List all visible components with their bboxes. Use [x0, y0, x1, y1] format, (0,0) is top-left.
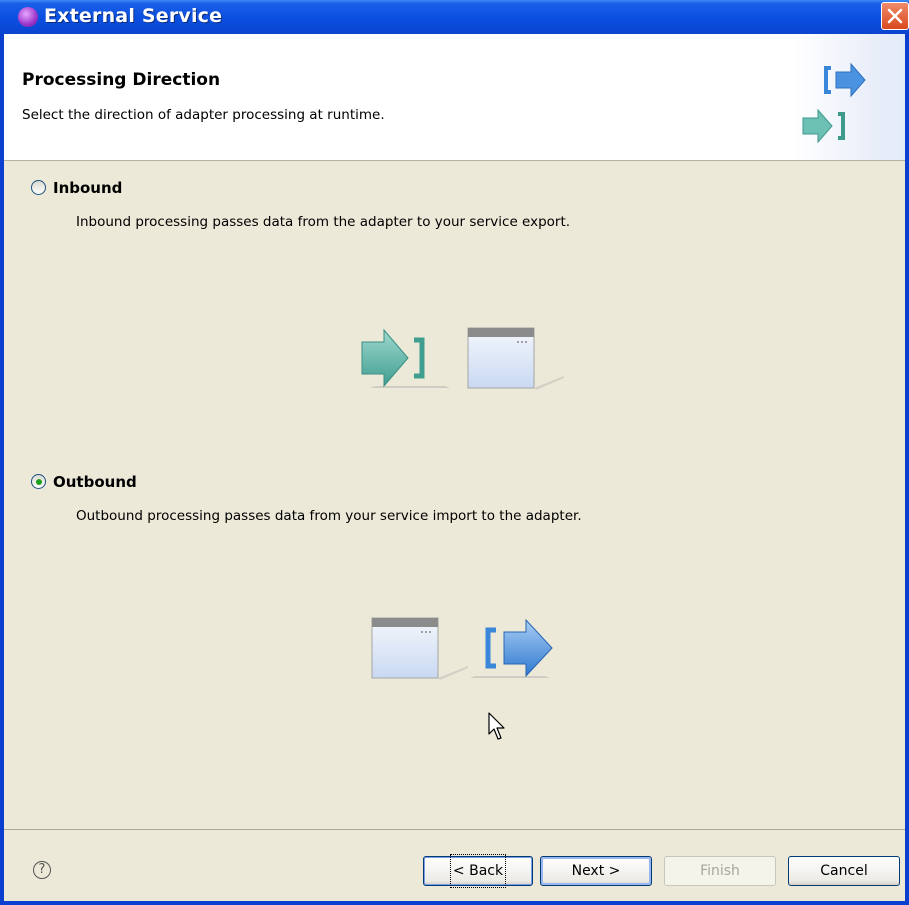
- direction-banner-icon: [802, 62, 866, 144]
- outbound-illustration: [371, 617, 553, 680]
- back-button[interactable]: < Back: [423, 854, 533, 888]
- service-wizard-icon: [18, 7, 38, 27]
- inbound-label[interactable]: Inbound: [53, 179, 122, 197]
- cancel-button[interactable]: Cancel: [788, 856, 900, 886]
- outbound-description: Outbound processing passes data from you…: [76, 508, 582, 524]
- help-icon[interactable]: ?: [33, 861, 51, 879]
- mouse-cursor-icon: [488, 712, 505, 740]
- close-icon: [887, 8, 903, 24]
- next-button[interactable]: Next >: [540, 856, 652, 886]
- button-bar-separator: [4, 829, 905, 830]
- title-bar[interactable]: External Service: [0, 0, 909, 34]
- page-description: Select the direction of adapter processi…: [22, 107, 385, 123]
- outbound-radio[interactable]: [31, 474, 46, 489]
- finish-button-label: Finish: [700, 863, 740, 879]
- banner-art: [795, 34, 905, 160]
- inbound-radio[interactable]: [31, 180, 46, 195]
- finish-button[interactable]: Finish: [664, 856, 776, 886]
- page-title: Processing Direction: [22, 70, 221, 90]
- inbound-illustration: [361, 327, 564, 390]
- cancel-button-label: Cancel: [820, 863, 868, 879]
- header-banner: Processing Direction Select the directio…: [4, 34, 905, 161]
- outbound-label[interactable]: Outbound: [53, 473, 137, 491]
- back-button-label: < Back: [449, 854, 507, 888]
- next-button-label: Next >: [571, 863, 621, 879]
- inbound-description: Inbound processing passes data from the …: [76, 214, 571, 230]
- close-button[interactable]: [881, 2, 909, 30]
- window-title: External Service: [44, 5, 223, 27]
